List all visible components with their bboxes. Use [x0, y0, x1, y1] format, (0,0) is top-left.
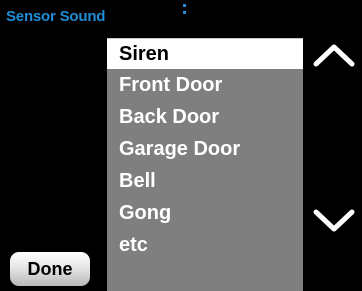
list-item-gong[interactable]: Gong	[107, 197, 303, 229]
scroll-down-button[interactable]	[311, 206, 357, 236]
sound-list[interactable]: Siren Front Door Back Door Garage Door B…	[107, 38, 303, 291]
done-button[interactable]: Done	[10, 252, 90, 286]
list-item-bell[interactable]: Bell	[107, 165, 303, 197]
list-item-back-door[interactable]: Back Door	[107, 101, 303, 133]
list-item-front-door[interactable]: Front Door	[107, 69, 303, 101]
scroll-up-button[interactable]	[311, 40, 357, 70]
chevron-down-icon	[313, 209, 355, 232]
list-item-garage-door[interactable]: Garage Door	[107, 133, 303, 165]
list-item-etc[interactable]: etc	[107, 229, 303, 261]
page-indicator-icon	[183, 4, 187, 24]
list-item-siren[interactable]: Siren	[107, 38, 303, 69]
chevron-up-icon	[313, 44, 355, 67]
page-title: Sensor Sound	[6, 8, 106, 25]
